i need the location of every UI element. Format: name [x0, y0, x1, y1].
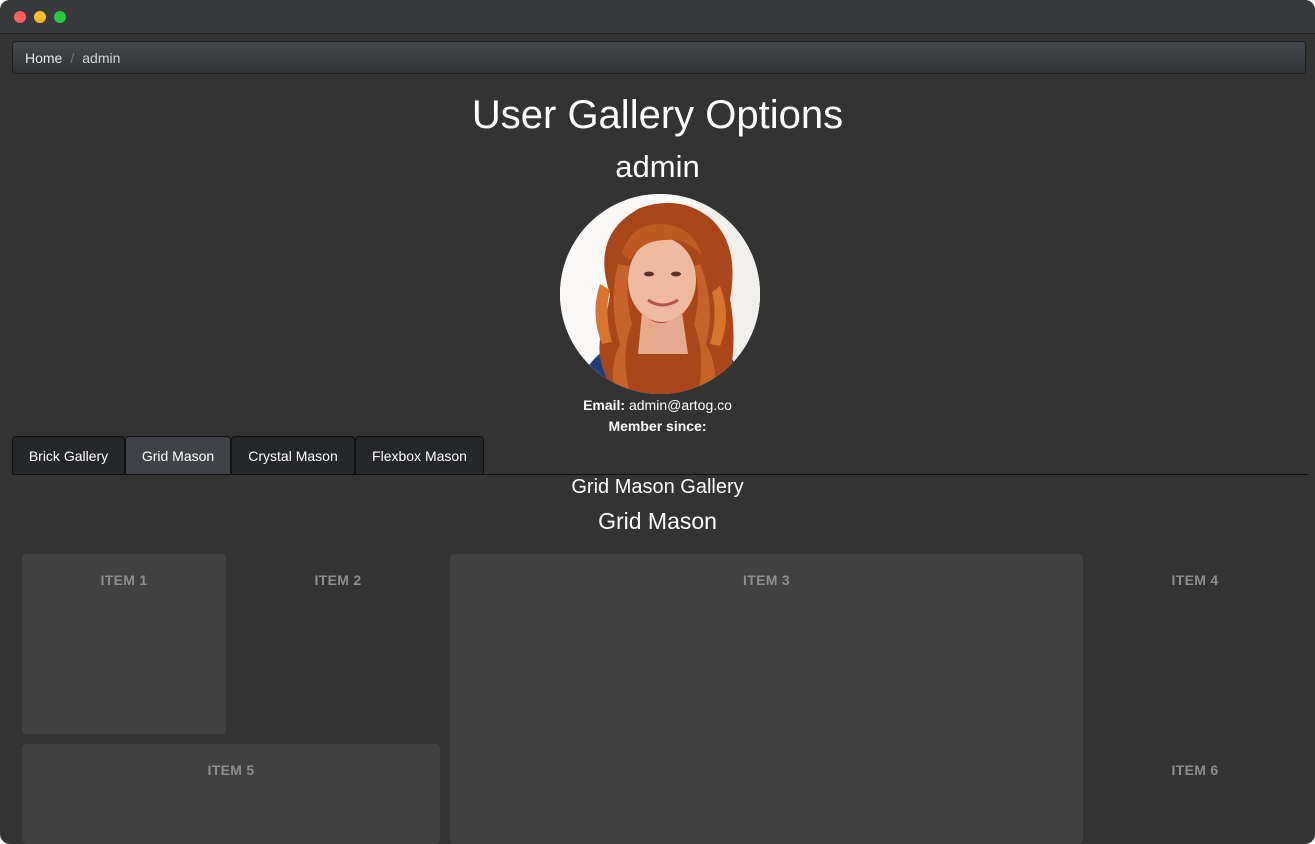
user-name-heading: admin	[615, 149, 700, 184]
page-title: User Gallery Options	[471, 93, 844, 137]
gallery-item-5[interactable]: ITEM 5	[22, 744, 440, 844]
close-window-button[interactable]	[14, 11, 26, 23]
tab-brick-gallery[interactable]: Brick Gallery	[12, 436, 125, 474]
gallery-item-6[interactable]: ITEM 6	[1093, 744, 1297, 844]
breadcrumb-separator: /	[70, 49, 75, 66]
maximize-window-button[interactable]	[54, 11, 66, 23]
gallery-tabs: Brick Gallery Grid Mason Crystal Mason F…	[12, 436, 1308, 475]
member-since-label: Member since:	[608, 418, 707, 434]
gallery-item-1[interactable]: ITEM 1	[22, 554, 226, 734]
email-label: Email:	[583, 397, 626, 413]
gallery-item-4[interactable]: ITEM 4	[1093, 554, 1297, 734]
breadcrumb: Home / admin	[12, 41, 1306, 74]
avatar	[560, 194, 760, 394]
gallery-item-label: ITEM 2	[314, 572, 362, 588]
gallery-item-2[interactable]: ITEM 2	[236, 554, 440, 734]
browser-window: Home / admin User Gallery Options admin	[0, 0, 1315, 844]
email-line: Email: admin@artog.co	[0, 397, 1315, 413]
minimize-window-button[interactable]	[34, 11, 46, 23]
email-value: admin@artog.co	[628, 397, 732, 413]
member-since-line: Member since:	[0, 418, 1315, 434]
gallery-item-label: ITEM 3	[743, 572, 790, 588]
tab-crystal-mason[interactable]: Crystal Mason	[231, 436, 355, 474]
gallery-item-3[interactable]: ITEM 3	[450, 554, 1083, 844]
gallery-item-label: ITEM 5	[207, 762, 255, 778]
gallery-item-label: ITEM 4	[1171, 572, 1219, 588]
gallery-item-label: ITEM 6	[1171, 762, 1219, 778]
breadcrumb-home-link[interactable]: Home	[25, 50, 62, 66]
gallery-subheading: Grid Mason	[598, 508, 717, 534]
breadcrumb-current: admin	[82, 49, 121, 66]
avatar-portrait-image	[560, 194, 760, 394]
gallery-item-label: ITEM 1	[100, 572, 148, 588]
window-titlebar	[0, 0, 1315, 34]
tab-flexbox-mason[interactable]: Flexbox Mason	[355, 436, 484, 474]
tab-grid-mason[interactable]: Grid Mason	[125, 436, 231, 474]
gallery-heading: Grid Mason Gallery	[571, 476, 744, 498]
